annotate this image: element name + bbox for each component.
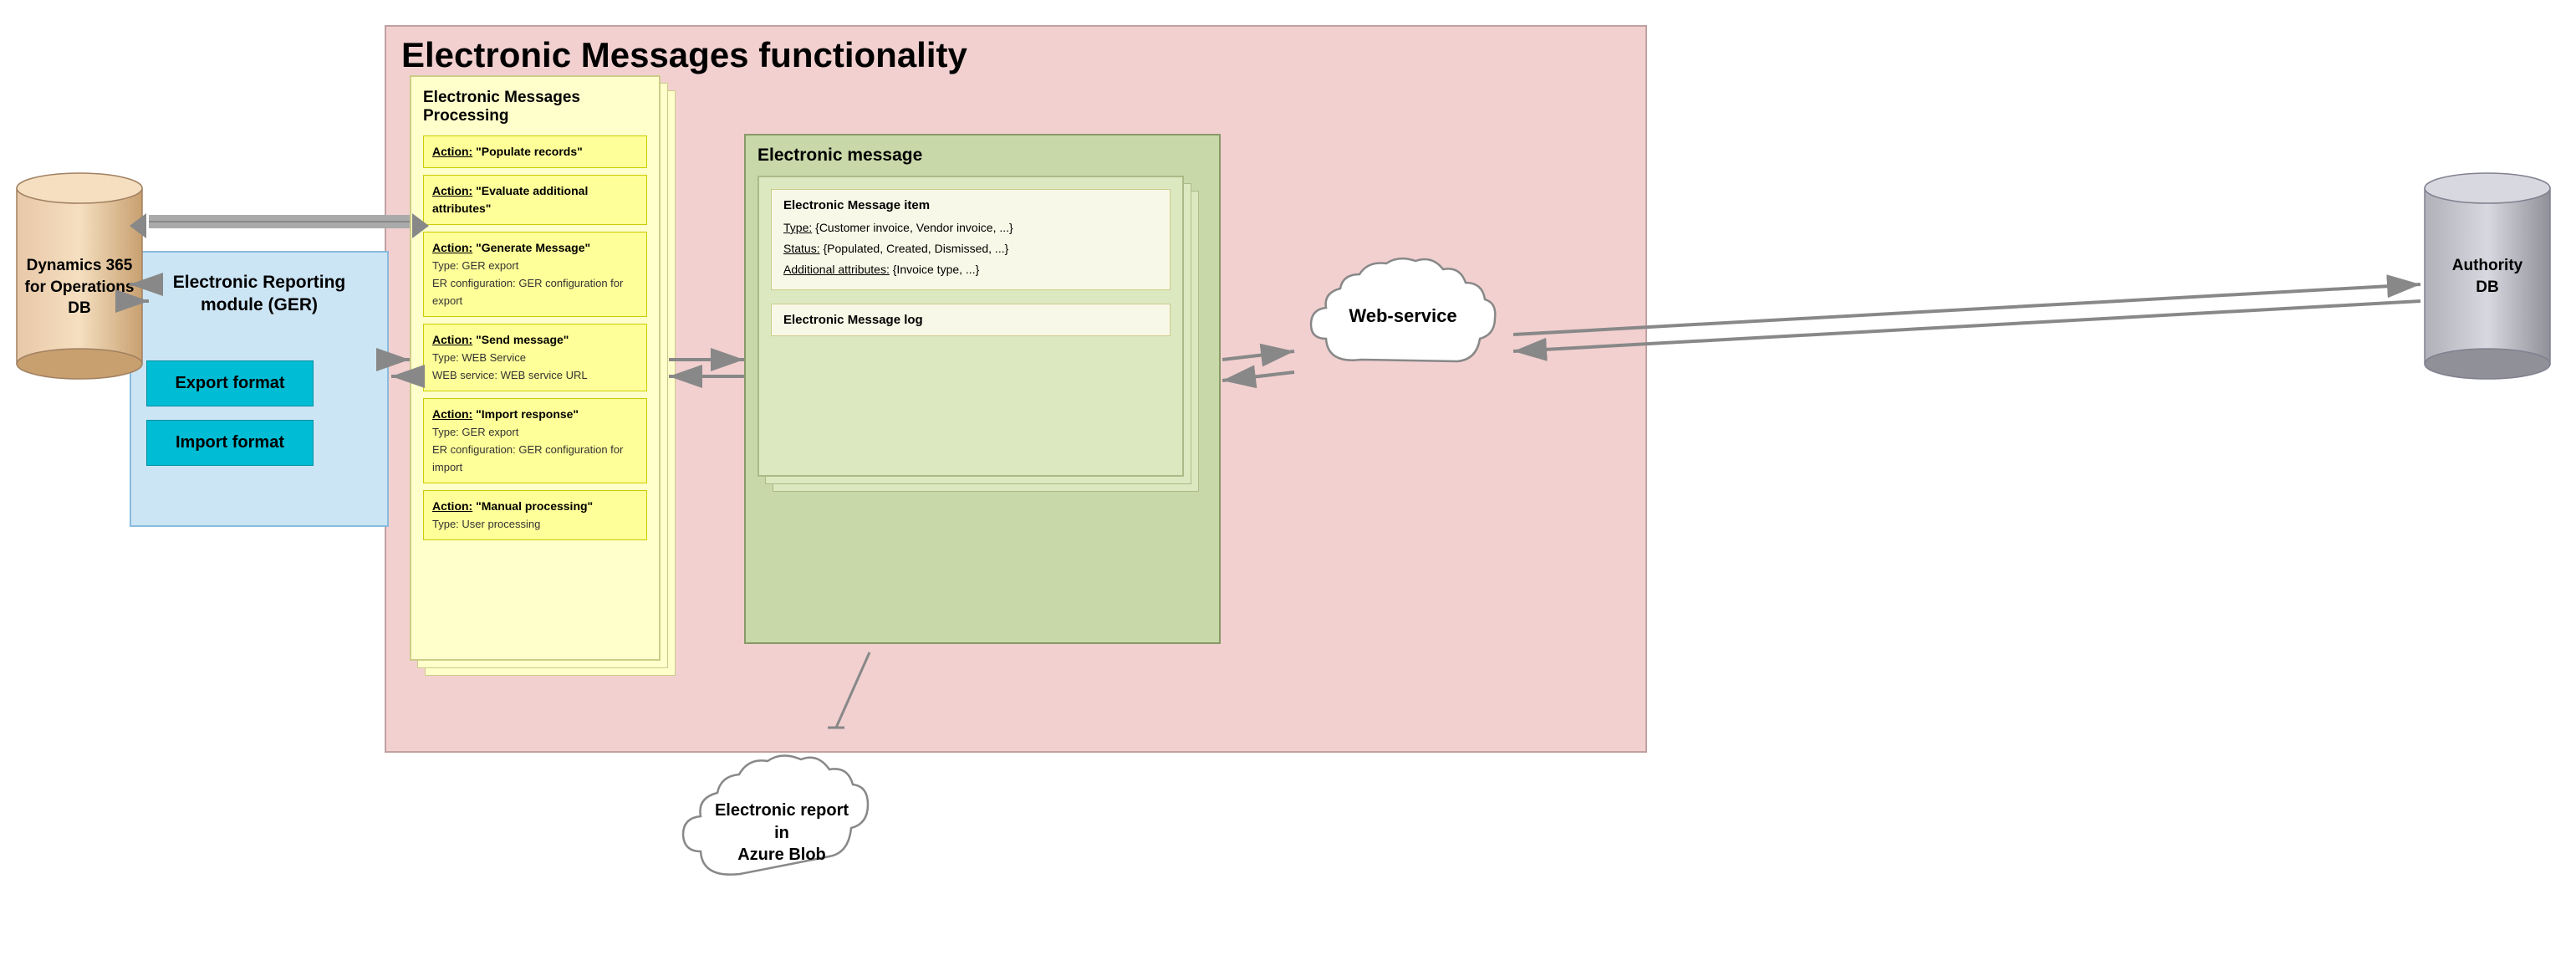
webservice-cloud: Web-service [1294, 251, 1512, 401]
em-functionality-title: Electronic Messages functionality [401, 35, 967, 75]
em-paper-front: Electronic Message item Type: {Customer … [757, 176, 1184, 477]
em-item-box: Electronic Message item Type: {Customer … [771, 189, 1171, 290]
type-label: Type: [783, 221, 812, 234]
status-label: Status: [783, 242, 820, 255]
import-format-button[interactable]: Import format [146, 420, 314, 466]
svg-text:in: in [774, 824, 789, 842]
action-item-3: Action: "Send message"Type: WEB ServiceW… [423, 324, 647, 391]
dynamics-db-label: Dynamics 365for OperationsDB [13, 255, 146, 319]
em-message-outer: Electronic message Electronic Message it… [744, 134, 1221, 644]
authority-db-label: AuthorityDB [2420, 255, 2554, 298]
svg-text:Web-service: Web-service [1349, 305, 1456, 326]
em-log-box: Electronic Message log [771, 304, 1171, 336]
type-value: {Customer invoice, Vendor invoice, ...} [815, 221, 1013, 234]
additional-value: {Invoice type, ...} [893, 263, 980, 276]
action-item-5: Action: "Manual processing"Type: User pr… [423, 490, 647, 540]
action-items-container: Action: "Populate records" Action: "Evalu… [423, 135, 647, 540]
em-item-title: Electronic Message item [783, 198, 1158, 212]
action-item-1: Action: "Evaluate additional attributes" [423, 175, 647, 225]
svg-text:Azure Blob: Azure Blob [737, 846, 826, 864]
additional-label: Additional attributes: [783, 263, 890, 276]
em-item-details: Type: {Customer invoice, Vendor invoice,… [783, 217, 1158, 281]
em-log-title: Electronic Message log [783, 313, 1158, 327]
export-format-button[interactable]: Export format [146, 360, 314, 406]
er-module-box: Electronic Reporting module (GER) Export… [130, 251, 389, 527]
er-module-title: Electronic Reporting module (GER) [131, 261, 387, 327]
em-processing-stack: Electronic Messages Processing Action: "… [410, 75, 677, 711]
em-processing-paper-front: Electronic Messages Processing Action: "… [410, 75, 661, 661]
action-item-4: Action: "Import response"Type: GER expor… [423, 398, 647, 483]
em-processing-title: Electronic Messages Processing [423, 89, 647, 125]
action-item-2: Action: "Generate Message"Type: GER expo… [423, 232, 647, 317]
action-item-0: Action: "Populate records" [423, 135, 647, 168]
svg-text:Electronic report: Electronic report [715, 801, 849, 820]
diagram-container: Electronic Messages functionality Electr… [0, 0, 2576, 971]
azure-blob-cloud: Electronic report in Azure Blob [669, 728, 895, 920]
status-value: {Populated, Created, Dismissed, ...} [823, 242, 1008, 255]
em-message-outer-title: Electronic message [746, 135, 1219, 166]
